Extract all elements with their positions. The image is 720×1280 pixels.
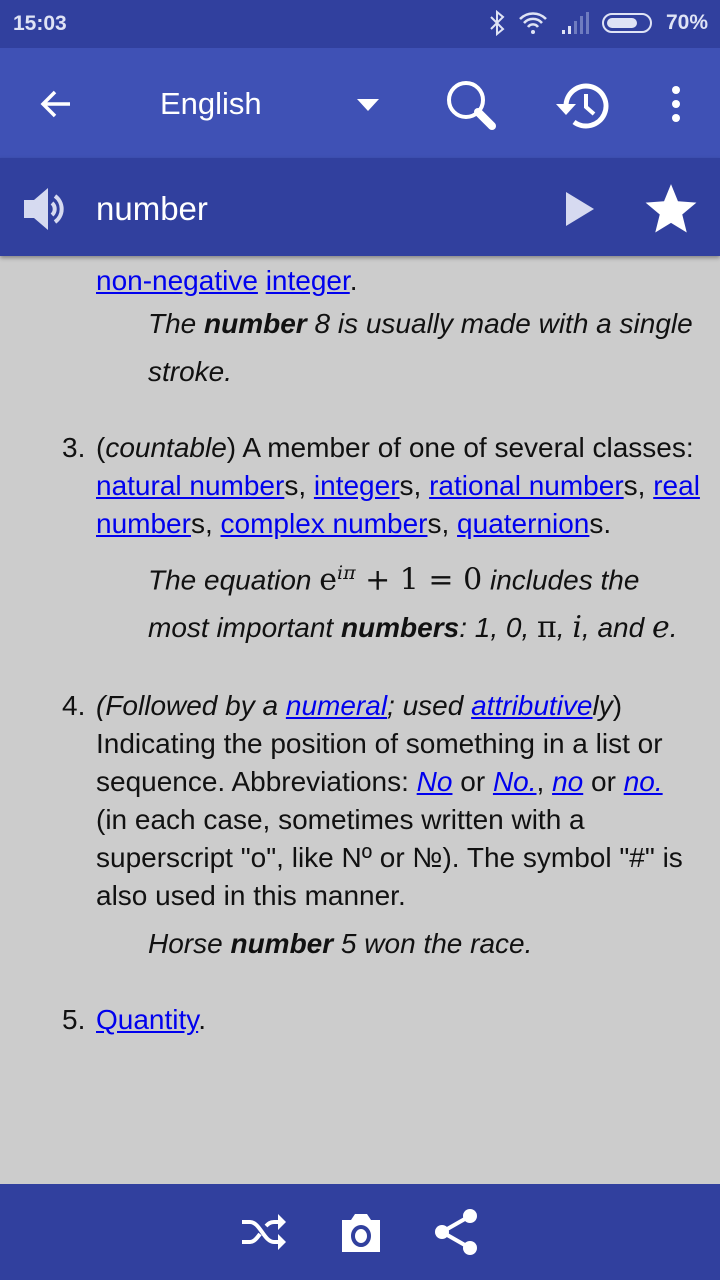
usage-example: The number 8 is usually made with a sing… <box>148 300 720 396</box>
text-segment: or <box>583 766 624 798</box>
text-segment: number <box>204 308 307 339</box>
word-bar: number <box>0 158 720 256</box>
definition-content[interactable]: non-negative integer. The number 8 is usu… <box>0 256 720 1184</box>
word-link[interactable]: non-negative <box>96 265 258 296</box>
text-segment: . <box>198 1004 206 1036</box>
definition-item: 5. Quantity. <box>0 1001 720 1039</box>
bottom-bar <box>0 1184 720 1280</box>
headword: number <box>96 190 208 227</box>
text-segment: ly <box>592 690 613 722</box>
word-link[interactable]: rational number <box>429 470 624 501</box>
dropdown-icon[interactable] <box>357 99 379 111</box>
speaker-icon[interactable] <box>22 184 74 234</box>
definition-item: 4. (Followed by a numeral; used attributi… <box>0 687 720 915</box>
definition-number: 5. <box>62 1004 86 1036</box>
word-link[interactable]: attributive <box>471 690 592 721</box>
definition-number: 4. <box>62 690 86 722</box>
signal-icon <box>561 12 589 34</box>
text-segment: e <box>319 562 338 598</box>
language-selector[interactable]: English <box>160 86 262 122</box>
text-segment: s, <box>190 508 221 539</box>
text-segment: . <box>349 265 358 296</box>
text-segment: numbers <box>340 612 460 644</box>
text-segment: s, <box>623 470 654 501</box>
word-link[interactable]: natural number <box>96 470 284 501</box>
word-link[interactable]: quaternion <box>457 508 589 539</box>
battery-icon <box>601 13 652 33</box>
word-link[interactable]: No <box>417 766 453 797</box>
text-segment: ( <box>96 432 106 463</box>
text-segment: ; used <box>387 690 472 722</box>
battery-level: 70% <box>665 11 708 34</box>
text-segment: . <box>669 612 678 644</box>
text-segment: 5 won the race. <box>333 928 533 960</box>
wifi-icon <box>519 12 547 34</box>
text-segment: e <box>651 610 670 646</box>
text-segment: or <box>452 766 493 798</box>
text-segment: ) A member of one of several classes: <box>226 432 694 463</box>
definition-number: 3. <box>62 432 86 463</box>
text-segment: The equation <box>148 564 320 596</box>
share-icon[interactable] <box>432 1208 480 1256</box>
text-segment: s, <box>399 470 430 501</box>
shuffle-icon[interactable] <box>240 1212 286 1252</box>
text-segment: The <box>148 308 205 339</box>
text-segment: s, <box>284 470 314 501</box>
text-segment: π <box>537 610 557 646</box>
text-segment: , and <box>581 612 652 644</box>
play-icon[interactable] <box>564 190 596 228</box>
camera-icon[interactable] <box>340 1212 382 1252</box>
bluetooth-icon <box>490 10 505 36</box>
back-arrow-icon[interactable] <box>38 86 74 122</box>
word-link[interactable]: numeral <box>286 690 387 721</box>
word-link[interactable]: complex number <box>221 508 428 539</box>
word-link[interactable]: No. <box>493 766 537 797</box>
star-icon[interactable] <box>644 184 698 236</box>
text-segment: Horse <box>148 928 231 960</box>
word-link[interactable]: Quantity <box>96 1004 198 1035</box>
status-time: 15:03 <box>13 12 67 35</box>
app-toolbar: English <box>0 48 720 158</box>
text-segment: s. <box>589 508 612 539</box>
usage-example: Horse number 5 won the race. <box>148 920 720 968</box>
text-segment: s, <box>427 508 458 539</box>
usage-example: The equation eiπ + 1 = 0 includes the mo… <box>148 549 720 652</box>
word-link[interactable]: no <box>552 766 583 797</box>
text-segment: (Followed by a <box>96 690 286 722</box>
definition-item: 3. (countable) A member of one of several… <box>0 429 720 543</box>
text-segment: : 1, 0, <box>459 612 538 644</box>
more-vert-icon[interactable] <box>668 86 684 122</box>
history-icon[interactable] <box>554 78 614 134</box>
text-segment: , <box>556 612 573 644</box>
text-segment: countable <box>105 432 227 463</box>
text-segment: (in each case, sometimes written with a … <box>96 804 683 912</box>
text-segment: number <box>230 928 334 960</box>
text-segment: , <box>536 766 553 798</box>
superscript: iπ <box>337 562 356 584</box>
search-icon[interactable] <box>444 78 502 134</box>
word-link[interactable]: no. <box>624 766 663 797</box>
text-segment <box>258 265 266 296</box>
status-bar: 15:03 70% <box>0 0 720 48</box>
text-segment: i <box>572 610 582 646</box>
word-link[interactable]: integer <box>266 265 350 296</box>
word-link[interactable]: integer <box>314 470 400 501</box>
definition-item: non-negative integer. <box>0 262 720 300</box>
text-segment: + 1 = 0 <box>355 562 483 598</box>
